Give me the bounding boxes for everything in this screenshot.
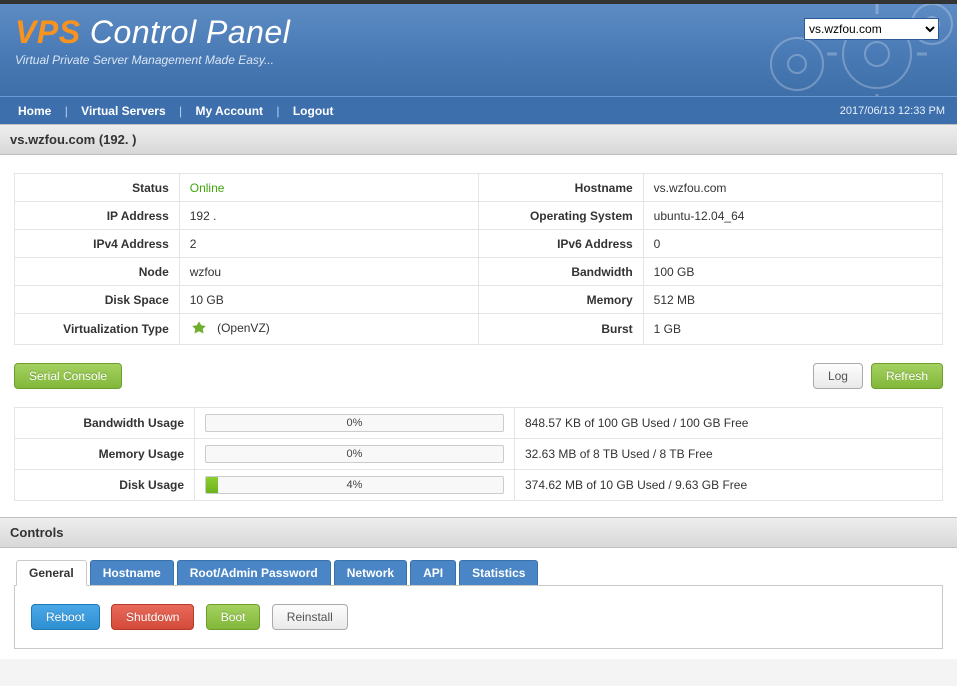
- nav-datetime: 2017/06/13 12:33 PM: [840, 105, 945, 117]
- detail-label: Bandwidth: [478, 258, 643, 286]
- refresh-button[interactable]: Refresh: [871, 363, 943, 389]
- status-online: Online: [190, 181, 225, 195]
- usage-row: Memory Usage 0% 32.63 MB of 8 TB Used / 8 …: [15, 439, 943, 470]
- progress-pct: 4%: [206, 477, 503, 493]
- progress-bar: 4%: [205, 476, 504, 494]
- app-title: VPS Control Panel: [15, 14, 942, 51]
- detail-value: 2: [179, 230, 478, 258]
- details-row: Virtualization Type (OpenVZ)Burst1 GB: [15, 314, 943, 345]
- detail-label: Status: [15, 174, 180, 202]
- nav-sep: |: [61, 104, 72, 118]
- usage-progress-cell: 0%: [195, 408, 515, 439]
- detail-value: ubuntu-12.04_64: [643, 202, 942, 230]
- details-row: IP Address192 .Operating Systemubuntu-12…: [15, 202, 943, 230]
- reboot-button[interactable]: Reboot: [31, 604, 100, 630]
- usage-label: Disk Usage: [15, 470, 195, 501]
- vps-details-table: StatusOnlineHostnamevs.wzfou.comIP Addre…: [14, 173, 943, 345]
- usage-row: Bandwidth Usage 0% 848.57 KB of 100 GB Use…: [15, 408, 943, 439]
- action-row: Serial Console Log Refresh: [14, 359, 943, 407]
- progress-bar: 0%: [205, 445, 504, 463]
- controls-tabs: GeneralHostnameRoot/Admin PasswordNetwor…: [14, 560, 943, 586]
- detail-value: wzfou: [179, 258, 478, 286]
- detail-value: Online: [179, 174, 478, 202]
- openvz-icon: [190, 320, 208, 338]
- detail-label: IPv4 Address: [15, 230, 180, 258]
- detail-value: 192 .: [179, 202, 478, 230]
- details-row: NodewzfouBandwidth100 GB: [15, 258, 943, 286]
- main-nav: Home | Virtual Servers | My Account | Lo…: [0, 96, 957, 124]
- tab-api[interactable]: API: [410, 560, 456, 585]
- detail-value: (OpenVZ): [179, 314, 478, 345]
- details-row: Disk Space10 GBMemory512 MB: [15, 286, 943, 314]
- controls-title: Controls: [0, 517, 957, 548]
- reinstall-button[interactable]: Reinstall: [272, 604, 348, 630]
- shutdown-button[interactable]: Shutdown: [111, 604, 194, 630]
- detail-value: 0: [643, 230, 942, 258]
- tab-general[interactable]: General: [16, 560, 87, 586]
- app-title-rest: Control Panel: [81, 14, 291, 50]
- detail-label: Virtualization Type: [15, 314, 180, 345]
- app-tagline: Virtual Private Server Management Made E…: [15, 53, 942, 67]
- tab-statistics[interactable]: Statistics: [459, 560, 538, 585]
- detail-value: 512 MB: [643, 286, 942, 314]
- detail-value: vs.wzfou.com: [643, 174, 942, 202]
- tab-root-admin-password[interactable]: Root/Admin Password: [177, 560, 331, 585]
- tab-panel-general: Reboot Shutdown Boot Reinstall: [14, 586, 943, 649]
- header-banner: VPS Control Panel Virtual Private Server…: [0, 4, 957, 96]
- nav-my-account[interactable]: My Account: [189, 104, 269, 118]
- progress-bar: 0%: [205, 414, 504, 432]
- usage-label: Memory Usage: [15, 439, 195, 470]
- usage-row: Disk Usage 4% 374.62 MB of 10 GB Used / 9.…: [15, 470, 943, 501]
- detail-label: Disk Space: [15, 286, 180, 314]
- nav-sep: |: [175, 104, 186, 118]
- log-button[interactable]: Log: [813, 363, 863, 389]
- nav-sep: |: [272, 104, 283, 118]
- usage-progress-cell: 4%: [195, 470, 515, 501]
- detail-label: Node: [15, 258, 180, 286]
- detail-label: IP Address: [15, 202, 180, 230]
- serial-console-button[interactable]: Serial Console: [14, 363, 122, 389]
- details-row: Status Online Hostnamevs.wzfou.com: [15, 174, 943, 202]
- boot-button[interactable]: Boot: [206, 604, 261, 630]
- detail-label: IPv6 Address: [478, 230, 643, 258]
- detail-value: 10 GB: [179, 286, 478, 314]
- usage-table: Bandwidth Usage 0% 848.57 KB of 100 GB Use…: [14, 407, 943, 501]
- details-row: IPv4 Address2IPv6 Address0: [15, 230, 943, 258]
- tab-network[interactable]: Network: [334, 560, 407, 585]
- usage-text: 374.62 MB of 10 GB Used / 9.63 GB Free: [515, 470, 943, 501]
- progress-pct: 0%: [206, 415, 503, 431]
- usage-progress-cell: 0%: [195, 439, 515, 470]
- progress-pct: 0%: [206, 446, 503, 462]
- nav-virtual-servers[interactable]: Virtual Servers: [75, 104, 172, 118]
- detail-label: Hostname: [478, 174, 643, 202]
- detail-value: 1 GB: [643, 314, 942, 345]
- usage-label: Bandwidth Usage: [15, 408, 195, 439]
- detail-label: Memory: [478, 286, 643, 314]
- detail-label: Burst: [478, 314, 643, 345]
- nav-home[interactable]: Home: [12, 104, 57, 118]
- usage-text: 32.63 MB of 8 TB Used / 8 TB Free: [515, 439, 943, 470]
- app-title-prefix: VPS: [15, 14, 81, 50]
- server-select[interactable]: vs.wzfou.com: [804, 18, 939, 40]
- usage-text: 848.57 KB of 100 GB Used / 100 GB Free: [515, 408, 943, 439]
- page-title: vs.wzfou.com (192. ): [0, 124, 957, 155]
- tab-hostname[interactable]: Hostname: [90, 560, 174, 585]
- detail-label: Operating System: [478, 202, 643, 230]
- detail-value: 100 GB: [643, 258, 942, 286]
- nav-logout[interactable]: Logout: [287, 104, 340, 118]
